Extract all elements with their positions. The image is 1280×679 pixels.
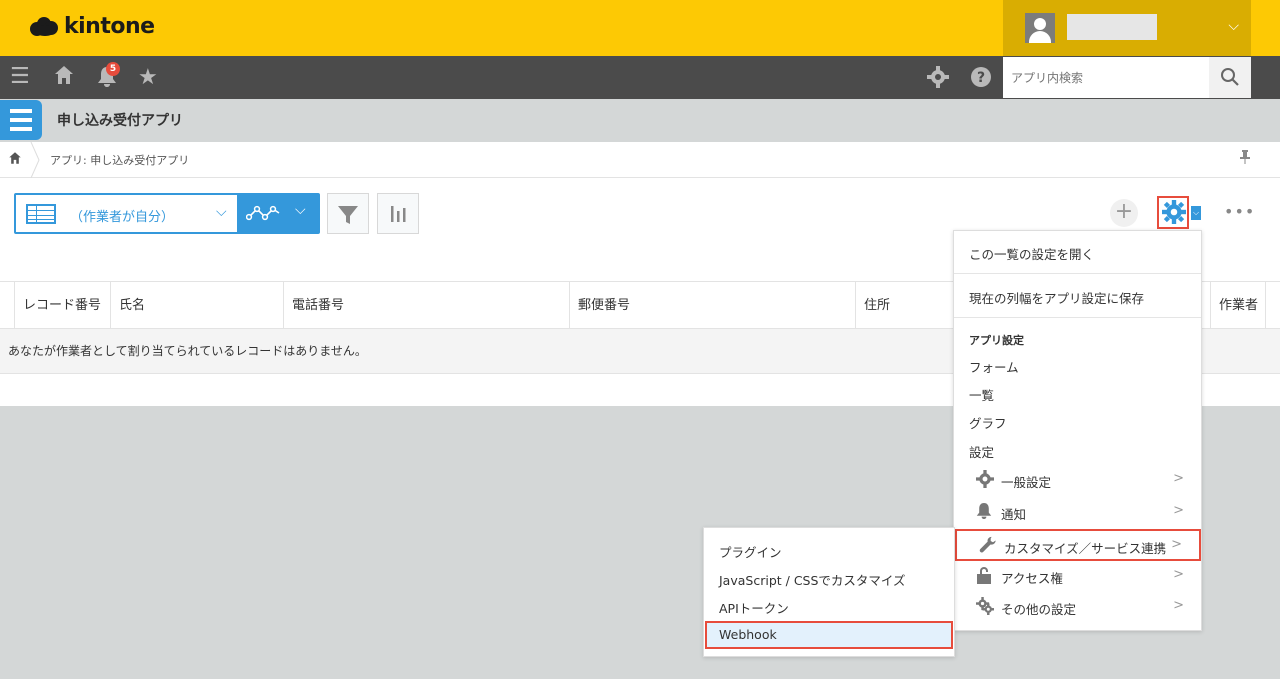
- chevron-right-icon: >: [1173, 503, 1184, 518]
- notification-badge: 5: [106, 62, 120, 76]
- svg-text:?: ?: [977, 70, 985, 86]
- bar-chart-icon: [391, 206, 406, 222]
- star-icon[interactable]: ★: [138, 65, 158, 91]
- view-dropdown[interactable]: （作業者が自分） ⌵: [16, 195, 237, 232]
- settings-chevron-icon[interactable]: ⌵: [1191, 206, 1201, 220]
- gears-icon: [976, 597, 994, 619]
- menu-item-label: カスタマイズ／サービス連携: [1004, 541, 1167, 556]
- app-list-icon[interactable]: [0, 100, 42, 140]
- user-avatar-icon: [1025, 13, 1055, 43]
- cloud-icon: [30, 16, 60, 38]
- column-header[interactable]: レコード番号: [14, 282, 110, 329]
- hamburger-menu-icon[interactable]: ☰: [10, 64, 30, 90]
- menu-item-other-settings[interactable]: その他の設定 >: [954, 592, 1201, 622]
- view-selector[interactable]: （作業者が自分） ⌵ ⌵: [14, 193, 320, 234]
- menu-item-label: 一般設定: [1001, 475, 1052, 490]
- column-header[interactable]: 作業者: [1210, 282, 1266, 329]
- column-header[interactable]: 氏名: [110, 282, 283, 329]
- chevron-down-icon[interactable]: ⌵: [295, 202, 306, 218]
- help-icon[interactable]: ?: [970, 66, 992, 95]
- chevron-right-icon: >: [1171, 537, 1182, 552]
- submenu-item-js-css[interactable]: JavaScript / CSSでカスタマイズ: [719, 570, 906, 589]
- filter-button[interactable]: [327, 193, 369, 234]
- app-search-input[interactable]: [1003, 57, 1209, 98]
- user-menu[interactable]: ⌵: [1003, 0, 1251, 56]
- add-record-button[interactable]: +: [1110, 199, 1138, 227]
- username-placeholder: [1067, 14, 1157, 40]
- view-selected-label: （作業者が自分）: [70, 210, 175, 225]
- submenu-item-label: Webhook: [719, 627, 777, 642]
- menu-item-label: アクセス権: [1001, 571, 1063, 586]
- home-icon[interactable]: [53, 64, 75, 93]
- menu-item-customize-integration[interactable]: カスタマイズ／サービス連携 >: [955, 529, 1201, 561]
- search-icon: [1221, 68, 1239, 86]
- menu-item-save-column-width[interactable]: 現在の列幅をアプリ設定に保存: [969, 288, 1144, 307]
- pin-icon[interactable]: [1239, 150, 1251, 168]
- menu-item-graphs[interactable]: グラフ: [969, 413, 1007, 432]
- kintone-logo[interactable]: kintone: [30, 14, 155, 39]
- menu-item-access-rights[interactable]: アクセス権 >: [954, 561, 1201, 591]
- menu-item-label: その他の設定: [1001, 602, 1077, 617]
- column-header[interactable]: 郵便番号: [569, 282, 855, 329]
- gear-icon: [976, 470, 994, 492]
- menu-item-label: 通知: [1001, 507, 1027, 522]
- graph-button[interactable]: [377, 193, 419, 234]
- breadcrumb: [0, 142, 1280, 178]
- chevron-down-icon: ⌵: [1228, 18, 1239, 34]
- gear-icon[interactable]: [927, 66, 949, 95]
- search-button[interactable]: [1209, 57, 1251, 98]
- menu-item-form[interactable]: フォーム: [969, 357, 1019, 376]
- submenu-item-webhook[interactable]: Webhook: [705, 621, 953, 649]
- app-header: [0, 99, 1280, 142]
- breadcrumb-separator: [30, 142, 40, 178]
- breadcrumb-app-link[interactable]: アプリ: 申し込み受付アプリ: [50, 152, 189, 168]
- bell-icon: [976, 502, 992, 524]
- graph-icon[interactable]: [245, 203, 282, 227]
- chevron-right-icon: >: [1173, 471, 1184, 486]
- filter-icon: [338, 206, 358, 224]
- menu-item-notifications[interactable]: 通知 >: [954, 497, 1201, 527]
- breadcrumb-home-icon[interactable]: [8, 151, 22, 169]
- chevron-right-icon: >: [1173, 598, 1184, 613]
- column-header[interactable]: 住所: [855, 282, 955, 329]
- column-header[interactable]: 電話番号: [283, 282, 569, 329]
- wrench-icon: [979, 536, 997, 558]
- more-options-icon[interactable]: •••: [1224, 202, 1255, 221]
- settings-dropdown-menu: この一覧の設定を開く 現在の列幅をアプリ設定に保存 アプリ設定 フォーム 一覧 …: [953, 230, 1202, 631]
- table-view-icon: [26, 204, 56, 224]
- chevron-down-icon: ⌵: [216, 204, 227, 220]
- menu-item-open-view-settings[interactable]: この一覧の設定を開く: [969, 244, 1094, 263]
- submenu-item-api-token[interactable]: APIトークン: [719, 598, 789, 617]
- app-settings-button[interactable]: [1157, 196, 1189, 229]
- lock-icon: [976, 566, 992, 588]
- submenu-item-plugins[interactable]: プラグイン: [719, 542, 782, 561]
- menu-item-general-settings[interactable]: 一般設定 >: [954, 465, 1201, 495]
- menu-item-settings[interactable]: 設定: [969, 442, 994, 461]
- app-title[interactable]: 申し込み受付アプリ: [57, 110, 183, 130]
- gear-icon: [1162, 200, 1186, 230]
- customize-submenu: プラグイン JavaScript / CSSでカスタマイズ APIトークン We…: [703, 527, 955, 657]
- menu-item-views[interactable]: 一覧: [969, 385, 994, 404]
- chevron-right-icon: >: [1173, 567, 1184, 582]
- menu-section-app-settings: アプリ設定: [969, 334, 1024, 347]
- brand-name: kintone: [64, 14, 155, 39]
